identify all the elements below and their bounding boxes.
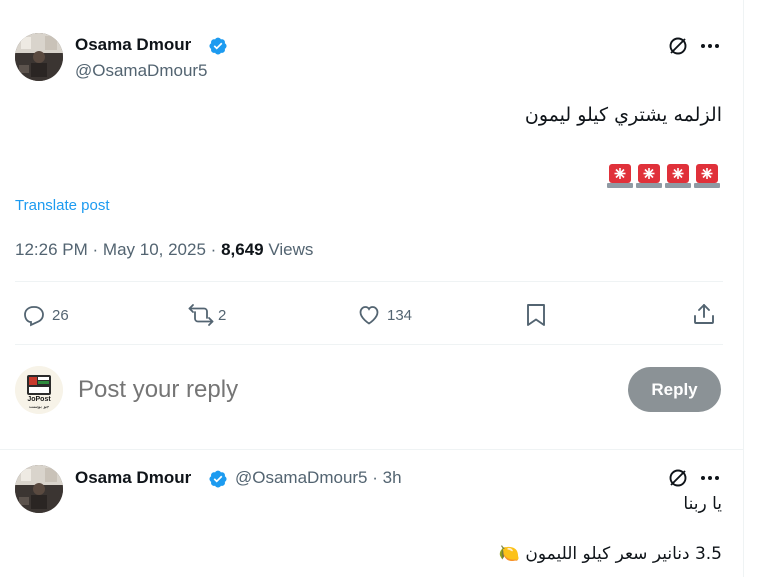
translate-post-link[interactable]: Translate post — [15, 197, 110, 214]
views-count: 8,649 — [221, 240, 264, 259]
reply-text-line1: يا ربنا — [683, 494, 722, 514]
reply-count: 26 — [52, 306, 69, 324]
reply-handle[interactable]: @OsamaDmour5 — [235, 468, 368, 487]
repost-action[interactable]: 2 — [188, 303, 226, 327]
like-count: 134 — [387, 306, 413, 324]
more-icon[interactable] — [698, 466, 722, 490]
reply-author-handle: @OsamaDmour5 · 3h — [235, 468, 402, 488]
views-label: Views — [268, 240, 314, 259]
reply-text-line2: 3.5 دنانير سعر كيلو الليمون 🍋 — [498, 544, 722, 564]
more-icon[interactable] — [698, 34, 722, 58]
timestamp-row: 12:26 PM · May 10, 2025 · 8,649 Views — [15, 240, 313, 260]
repost-icon — [188, 304, 214, 326]
grok-icon[interactable] — [666, 466, 690, 490]
reply-author-name[interactable]: Osama Dmour — [75, 468, 191, 488]
verified-badge-icon — [208, 36, 228, 56]
verified-badge-icon — [208, 469, 228, 489]
reply-author-avatar[interactable] — [15, 465, 63, 513]
share-action[interactable] — [692, 302, 716, 326]
reply-input[interactable] — [76, 372, 600, 408]
avatar-logo-text: JoPost — [27, 396, 51, 403]
separator: · — [372, 468, 378, 487]
divider — [15, 344, 723, 345]
tweet-text: الزلمه يشتري كيلو ليمون — [524, 104, 722, 126]
heart-icon — [359, 306, 379, 325]
share-icon — [694, 304, 714, 324]
divider — [15, 281, 723, 282]
like-action[interactable]: 134 — [357, 303, 412, 327]
author-handle[interactable]: @OsamaDmour5 — [75, 61, 208, 81]
bookmark-action[interactable] — [525, 303, 547, 327]
grok-icon[interactable] — [666, 34, 690, 58]
repost-count: 2 — [218, 306, 227, 324]
reply-action[interactable]: 26 — [22, 303, 69, 327]
reply-time[interactable]: 3h — [383, 468, 402, 487]
separator: · — [210, 240, 217, 259]
post-time[interactable]: 12:26 PM — [15, 240, 88, 259]
reply-button[interactable]: Reply — [628, 367, 721, 412]
reply-icon — [24, 306, 44, 327]
divider — [0, 449, 743, 450]
post-date[interactable]: May 10, 2025 — [103, 240, 206, 259]
author-name[interactable]: Osama Dmour — [75, 35, 191, 55]
author-avatar[interactable] — [15, 33, 63, 81]
user-avatar[interactable]: JoPost جو بوست — [15, 366, 63, 414]
column-border — [743, 0, 744, 577]
tweet-emoji-line: 🚨🚨🚨🚨 — [603, 162, 723, 190]
bookmark-icon — [527, 304, 545, 326]
avatar-logo-subtext: جو بوست — [29, 404, 49, 410]
separator: · — [92, 240, 99, 259]
